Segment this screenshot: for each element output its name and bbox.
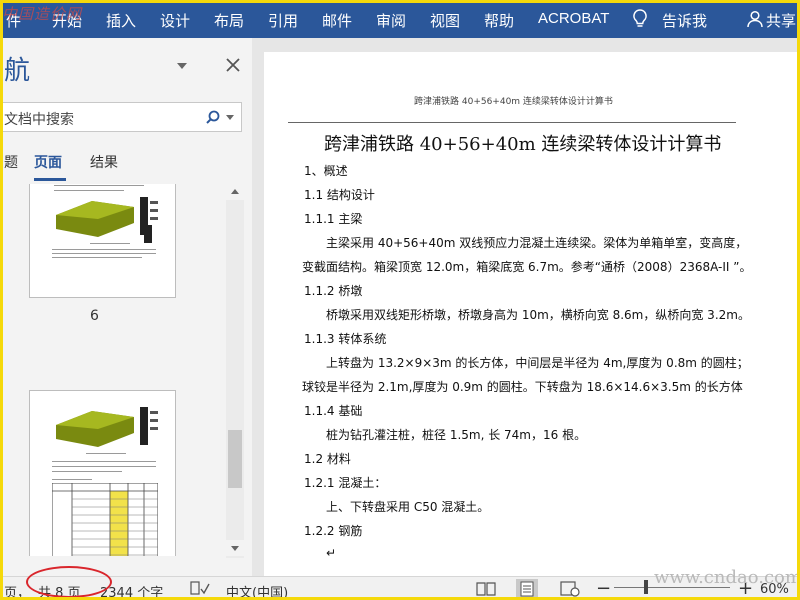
header-rule — [288, 122, 736, 123]
tab-results[interactable]: 结果 — [90, 152, 118, 172]
thumbnail-scrollbar[interactable] — [226, 184, 244, 558]
thumbnail-page-number: 6 — [90, 308, 99, 324]
document-line: 1.1.2 桥墩 — [304, 284, 363, 298]
zoom-out-button[interactable]: − — [596, 578, 611, 599]
document-line: 1.2 材料 — [304, 452, 351, 466]
navigation-tabs: 题 页面 结果 — [0, 150, 252, 181]
scrollbar-thumb[interactable] — [228, 430, 242, 488]
read-mode-icon[interactable] — [476, 581, 496, 597]
document-line: 桩为钻孔灌注桩，桩径 1.5m, 长 74m，16 根。 — [326, 428, 587, 442]
document-line: 桥墩采用双线矩形桥墩，桥墩身高为 10m，横桥向宽 8.6m，纵桥向宽 3.2m… — [326, 308, 750, 322]
zoom-slider-thumb[interactable] — [644, 580, 648, 594]
ribbon-tab[interactable]: 邮件 — [322, 10, 352, 31]
document-line: 主梁采用 40+56+40m 双线预应力混凝土连续梁。梁体为单箱单室，变高度， — [326, 236, 748, 250]
ribbon-tab[interactable]: 布局 — [214, 10, 244, 31]
scroll-up-arrow-icon[interactable] — [226, 184, 244, 200]
search-document-input[interactable]: 文档中搜索 — [0, 102, 242, 132]
structure-figure-icon — [56, 407, 158, 447]
navigation-pane: 航 文档中搜索 题 页面 结果 6 — [0, 38, 252, 576]
ribbon-tab[interactable]: 设计 — [160, 10, 190, 31]
document-line: 变截面结构。箱梁顶宽 12.0m，箱梁底宽 6.7m。参考“通桥（2008）23… — [302, 260, 752, 274]
document-title: 跨津浦铁路 40+56+40m 连续梁转体设计计算书 — [324, 134, 722, 155]
site-watermark: 中国造价网 — [2, 5, 83, 23]
ribbon-tab[interactable]: 插入 — [106, 10, 136, 31]
ribbon-tab[interactable]: 引用 — [268, 10, 298, 31]
search-icon[interactable] — [206, 110, 220, 124]
page-count-highlight-annotation — [26, 566, 112, 598]
ribbon-tab[interactable]: 视图 — [430, 10, 460, 31]
document-line: 球铰是半径为 2.1m,厚度为 0.9m 的圆柱。下转盘为 18.6×14.6×… — [302, 380, 743, 394]
ribbon-tab[interactable]: 审阅 — [376, 10, 406, 31]
active-tab-indicator — [34, 178, 66, 181]
document-line: 1.1.1 主梁 — [304, 212, 363, 226]
person-icon[interactable] — [746, 10, 764, 28]
zoom-slider-track[interactable] — [614, 587, 730, 588]
document-line: 上转盘为 13.2×9×3m 的长方体，中间层是半径为 4m,厚度为 0.8m … — [326, 356, 749, 370]
document-line: 1.1 结构设计 — [304, 188, 375, 202]
tab-headings[interactable]: 题 — [4, 152, 18, 172]
document-line: 上、下转盘采用 C50 混凝土。 — [326, 500, 490, 514]
legend-bar-icon — [144, 225, 152, 243]
proofing-icon[interactable] — [190, 581, 210, 597]
print-layout-icon[interactable] — [516, 579, 538, 599]
close-icon[interactable] — [226, 58, 240, 72]
lightbulb-icon[interactable] — [632, 9, 648, 29]
document-area: 跨津浦铁路 40+56+40m 连续梁转体设计计算书 跨津浦铁路 40+56+4… — [252, 38, 800, 576]
site-watermark-url: www.cndao.com — [654, 567, 800, 588]
document-line: 1.2.2 钢筋 — [304, 524, 363, 538]
ribbon-tab[interactable]: 帮助 — [484, 10, 514, 31]
document-line: 1.2.1 混凝土： — [304, 476, 387, 490]
data-table-icon — [52, 483, 158, 556]
page-thumbnail[interactable] — [29, 184, 176, 298]
tell-me-button[interactable]: 告诉我 — [662, 10, 707, 31]
share-button[interactable]: 共享 — [766, 10, 796, 31]
document-line: 1.1.3 转体系统 — [304, 332, 387, 346]
document-line: 1.1.4 基础 — [304, 404, 363, 418]
page-thumbnail[interactable] — [29, 390, 176, 556]
ribbon-tab-bar: 件开始 插入 设计 布局 引用 邮件 审阅 视图 帮助 ACROBAT 告诉我 共享 中国造价网 — [0, 0, 800, 38]
document-line: 1、概述 — [304, 164, 348, 178]
navigation-pane-title: 航 — [4, 56, 31, 86]
language-indicator[interactable]: 中文(中国) — [226, 582, 288, 600]
ribbon-tab[interactable]: ACROBAT — [538, 10, 609, 27]
scroll-down-arrow-icon[interactable] — [226, 540, 244, 556]
page-thumbnails: 6 — [0, 184, 226, 556]
tab-pages[interactable]: 页面 — [34, 152, 62, 172]
pane-options-chevron-icon[interactable] — [176, 62, 188, 70]
document-page[interactable]: 跨津浦铁路 40+56+40m 连续梁转体设计计算书 跨津浦铁路 40+56+4… — [264, 52, 800, 576]
web-layout-icon[interactable] — [560, 581, 580, 597]
search-options-chevron-icon[interactable] — [226, 115, 234, 121]
document-line: ↵ — [326, 546, 337, 560]
search-placeholder: 文档中搜索 — [4, 112, 74, 128]
page-header: 跨津浦铁路 40+56+40m 连续梁转体设计计算书 — [414, 97, 613, 107]
